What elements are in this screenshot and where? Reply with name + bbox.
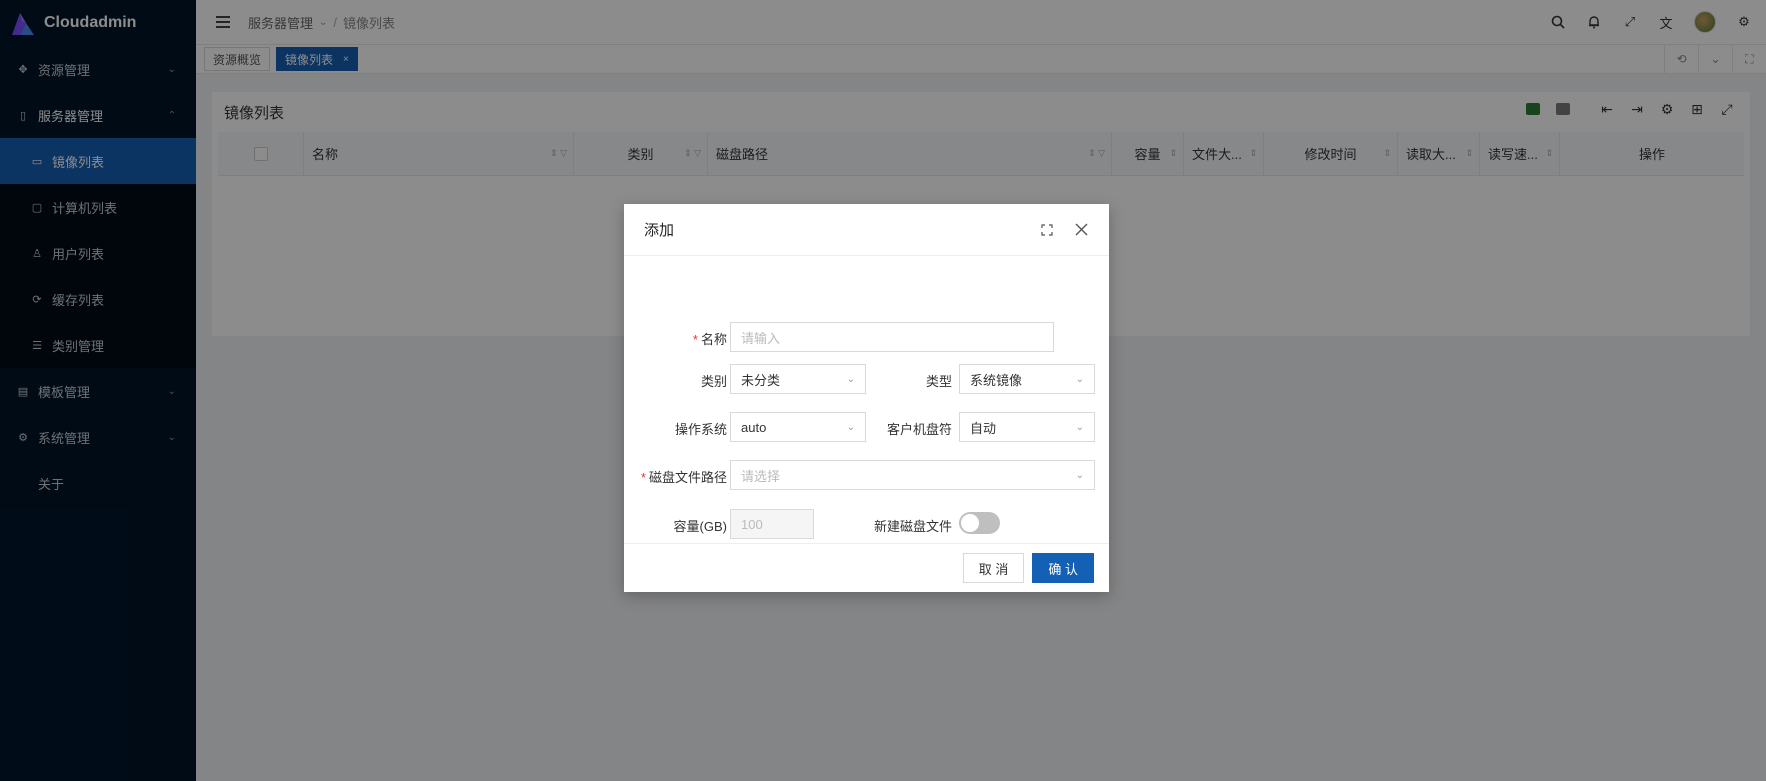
- dialog-title: 添加: [644, 222, 675, 239]
- maximize-icon[interactable]: [1039, 222, 1055, 238]
- label-text: 磁盘文件路径: [648, 470, 727, 485]
- select-value: 系统镜像: [970, 372, 1023, 388]
- dialog-footer: 取 消 确 认: [624, 543, 1109, 592]
- drive-letter-select[interactable]: 自动 ⌄: [959, 412, 1095, 442]
- cancel-button[interactable]: 取 消: [962, 553, 1025, 583]
- chevron-down-icon: ⌄: [1075, 373, 1084, 385]
- capacity-label: 容量(GB): [673, 519, 727, 534]
- placeholder-text: 请选择: [741, 468, 781, 484]
- required-mark: *: [640, 470, 646, 485]
- drive-letter-label: 客户机盘符: [886, 422, 952, 437]
- type-label: 类型: [925, 374, 952, 389]
- select-value: auto: [741, 419, 767, 435]
- new-disk-toggle[interactable]: [959, 512, 1000, 534]
- os-label: 操作系统: [674, 422, 727, 437]
- os-select[interactable]: auto ⌄: [730, 412, 866, 442]
- placeholder-text: 请输入: [741, 330, 781, 346]
- select-value: 未分类: [741, 372, 781, 388]
- disk-path-label: * 磁盘文件路径: [641, 467, 727, 486]
- required-mark: *: [692, 332, 698, 347]
- chevron-down-icon: ⌄: [1075, 469, 1084, 481]
- disk-path-select[interactable]: 请选择 ⌄: [730, 460, 1095, 490]
- select-value: 自动: [970, 420, 997, 436]
- dialog-header: 添加: [624, 204, 1109, 256]
- name-input[interactable]: 请输入: [730, 322, 1054, 352]
- name-label: * 名称: [693, 329, 727, 348]
- dialog-actions: [1039, 222, 1089, 238]
- chevron-down-icon: ⌄: [846, 373, 855, 385]
- type-select[interactable]: 系统镜像 ⌄: [959, 364, 1095, 394]
- category-select[interactable]: 未分类 ⌄: [730, 364, 866, 394]
- confirm-button[interactable]: 确 认: [1032, 553, 1094, 583]
- chevron-down-icon: ⌄: [1075, 421, 1084, 433]
- add-image-dialog: 添加 * 名称 请输入 类别 未分类 ⌄ 类型 系统镜像 ⌄ 操作系统 auto…: [624, 204, 1109, 592]
- label-text: 名称: [700, 332, 727, 347]
- placeholder-text: 100: [741, 516, 763, 532]
- new-disk-label: 新建磁盘文件: [873, 519, 952, 534]
- dialog-body: * 名称 请输入 类别 未分类 ⌄ 类型 系统镜像 ⌄ 操作系统 auto ⌄ 客…: [624, 256, 1109, 543]
- capacity-input[interactable]: 100: [730, 509, 814, 539]
- category-label: 类别: [700, 374, 727, 389]
- toggle-knob: [961, 514, 979, 532]
- close-icon[interactable]: [1073, 222, 1089, 238]
- chevron-down-icon: ⌄: [846, 421, 855, 433]
